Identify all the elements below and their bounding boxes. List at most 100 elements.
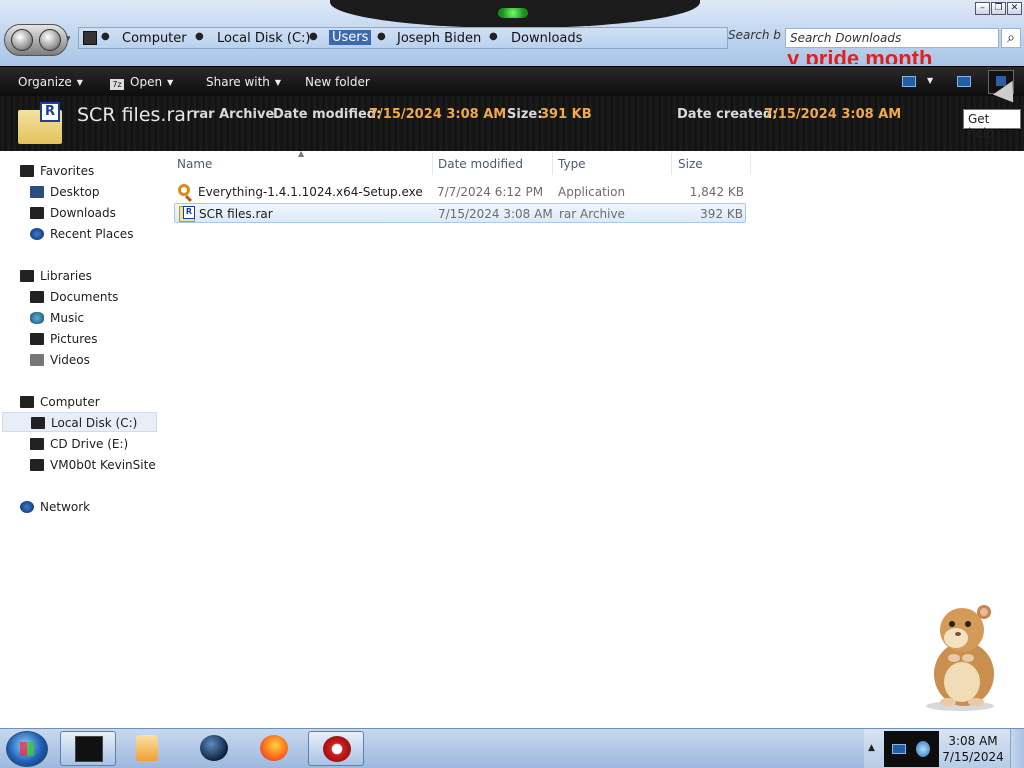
file-size: 1,842 KB <box>689 185 744 199</box>
breadcrumb-users[interactable]: Users <box>329 30 372 45</box>
nav-network[interactable]: Network <box>20 497 90 517</box>
selected-file-name: SCR files.rar <box>77 104 194 126</box>
preview-pane-icon[interactable] <box>957 76 971 87</box>
nav-music-label: Music <box>50 311 85 325</box>
nav-music[interactable]: Music <box>30 308 84 328</box>
window-cap-ornament <box>330 0 700 28</box>
nav-cd-drive[interactable]: CD Drive (E:) <box>30 434 128 454</box>
search-icon <box>178 184 190 196</box>
nav-local-disk[interactable]: Local Disk (C:) <box>2 412 157 432</box>
organize-label: Organize <box>18 75 72 89</box>
media-player-icon <box>136 735 158 761</box>
taskbar-globe-button[interactable] <box>186 731 242 766</box>
clock[interactable]: 3:08 AM 7/15/2024 <box>940 733 1006 765</box>
network-icon <box>20 501 34 513</box>
close-button[interactable]: ✕ <box>1007 2 1022 15</box>
documents-icon <box>30 291 44 303</box>
date-modified-label: Date modified: <box>273 107 382 122</box>
date-modified-value: 7/15/2024 3:08 AM <box>369 107 507 122</box>
back-button[interactable] <box>11 29 33 51</box>
file-name: SCR files.rar <box>199 207 273 221</box>
nav-documents-label: Documents <box>50 290 119 304</box>
nav-computer[interactable]: Computer <box>20 392 100 412</box>
nav-videos[interactable]: Videos <box>30 350 90 370</box>
breadcrumb-computer[interactable]: Computer <box>122 31 187 46</box>
browser-icon <box>323 736 351 762</box>
table-row[interactable]: Everything-1.4.1.1024.x64-Setup.exe 7/7/… <box>174 182 746 202</box>
search-icon[interactable]: ⌕ <box>1001 28 1021 48</box>
column-header-size[interactable]: Size <box>678 157 703 171</box>
nav-site-label: VM0b0t KevinSite <box>50 458 156 472</box>
breadcrumb-separator-icon[interactable]: ● <box>101 31 110 42</box>
address-bar[interactable]: ● Computer ● Local Disk (C:) ● Users ● J… <box>78 27 728 49</box>
network-status-icon[interactable] <box>892 744 906 754</box>
breadcrumb-separator-icon[interactable]: ● <box>195 31 204 42</box>
new-folder-button[interactable]: New folder <box>305 75 370 89</box>
taskbar-explorer-button[interactable] <box>60 731 116 766</box>
column-header-date-modified[interactable]: Date modified <box>438 157 523 171</box>
column-header-name[interactable]: Name <box>177 157 212 171</box>
view-options-chevron-icon[interactable]: ▼ <box>927 76 933 85</box>
desktop-icon <box>30 186 44 198</box>
hamster-pet-icon[interactable] <box>918 602 1008 712</box>
forward-button[interactable] <box>39 29 61 51</box>
nav-documents[interactable]: Documents <box>30 287 118 307</box>
nav-desktop[interactable]: Desktop <box>30 182 100 202</box>
taskbar-browser-button[interactable] <box>308 731 364 766</box>
table-row[interactable]: SCR files.rar 7/15/2024 3:08 AM rar Arch… <box>174 203 746 223</box>
nav-videos-label: Videos <box>50 353 90 367</box>
open-label: Open <box>130 75 163 89</box>
nav-favorites[interactable]: Favorites <box>20 161 94 181</box>
column-divider[interactable] <box>432 153 433 175</box>
help-tooltip: Get help. <box>963 109 1021 140</box>
nav-network-label: Network <box>40 500 91 514</box>
column-header-type[interactable]: Type <box>558 157 586 171</box>
date-created-value: 7/15/2024 3:08 AM <box>764 107 902 122</box>
music-icon <box>30 312 44 324</box>
search-input[interactable]: Search Downloads <box>785 28 999 48</box>
navigation-pane: Favorites Desktop Downloads Recent Place… <box>0 151 160 728</box>
nav-desktop-label: Desktop <box>50 185 100 199</box>
restore-button[interactable]: ❐ <box>991 2 1006 15</box>
breadcrumb-separator-icon[interactable]: ● <box>489 31 498 42</box>
show-desktop-button[interactable] <box>1010 729 1024 768</box>
nav-network-drive[interactable]: VM0b0t KevinSite <box>30 455 156 475</box>
breadcrumb-downloads[interactable]: Downloads <box>511 31 582 46</box>
globe-icon <box>200 735 228 761</box>
nav-downloads[interactable]: Downloads <box>30 203 116 223</box>
file-size: 392 KB <box>700 207 743 221</box>
rar-app-icon: 7z <box>110 79 124 90</box>
taskbar-firefox-button[interactable] <box>246 731 302 766</box>
share-with-menu[interactable]: Share with ▼ <box>206 75 281 89</box>
chevron-down-icon: ▼ <box>167 78 174 87</box>
breadcrumb-local-disk[interactable]: Local Disk (C:) <box>217 31 310 46</box>
sort-ascending-icon: ▲ <box>298 149 305 158</box>
change-view-icon[interactable] <box>902 76 916 87</box>
nav-favorites-label: Favorites <box>40 164 95 178</box>
clock-date: 7/15/2024 <box>942 750 1004 764</box>
nav-libraries[interactable]: Libraries <box>20 266 92 286</box>
column-divider[interactable] <box>671 153 672 175</box>
breadcrumb-user[interactable]: Joseph Biden <box>397 31 481 46</box>
breadcrumb-separator-icon[interactable]: ● <box>309 31 318 42</box>
nav-pictures[interactable]: Pictures <box>30 329 98 349</box>
nav-recent-places[interactable]: Recent Places <box>30 224 133 244</box>
minimize-button[interactable]: – <box>975 2 990 15</box>
organize-menu[interactable]: Organize ▼ <box>18 75 83 89</box>
network-drive-icon <box>30 459 44 471</box>
recent-pages-chevron-icon[interactable]: ▾ <box>66 34 71 44</box>
volume-icon[interactable] <box>916 741 930 757</box>
show-hidden-icons-chevron-icon[interactable]: ▲ <box>868 743 875 753</box>
breadcrumb-separator-icon[interactable]: ● <box>377 31 386 42</box>
search-button[interactable]: Search b <box>728 28 781 42</box>
address-folder-icon <box>83 31 97 45</box>
status-led-icon <box>498 8 528 18</box>
file-date-modified: 7/15/2024 3:08 AM <box>438 207 553 221</box>
column-divider[interactable] <box>750 153 751 175</box>
open-button[interactable]: 7z Open ▼ <box>110 75 173 90</box>
column-divider[interactable] <box>552 153 553 175</box>
start-button[interactable] <box>6 731 48 767</box>
date-created-label: Date created: <box>677 107 778 122</box>
taskbar-media-player-button[interactable] <box>122 731 178 766</box>
details-pane: R SCR files.rar rar Archive Date modifie… <box>0 96 1024 151</box>
